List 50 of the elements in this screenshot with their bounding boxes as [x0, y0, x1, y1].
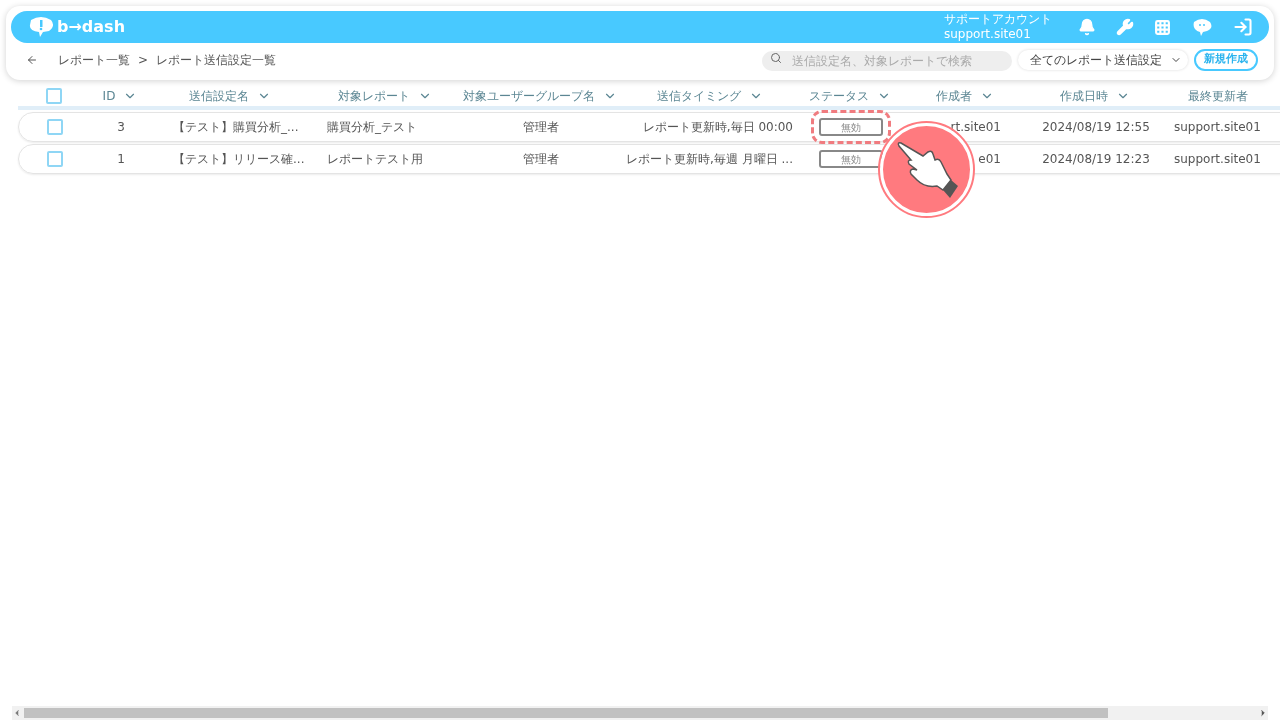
breadcrumb-current: レポート送信設定一覧	[156, 51, 277, 69]
table-cell-text: 2024/08/19 12:55	[1042, 119, 1150, 136]
account-id: support.site01	[944, 27, 1032, 42]
table-cell-text: 購買分析_テスト	[327, 119, 417, 136]
filter-dropdown[interactable]: 全てのレポート送信設定	[1018, 49, 1188, 70]
search-icon	[770, 51, 782, 64]
account-label: サポートアカウント	[944, 12, 1052, 27]
status-badge: 無効	[819, 150, 883, 168]
table-cell-text: レポート更新時,毎日 00:00	[642, 119, 793, 136]
logo-text: b→dash	[57, 16, 126, 38]
table-cell-text: 【テスト】購買分析_...	[173, 119, 299, 136]
checkbox[interactable]	[47, 119, 63, 135]
logo-icon	[27, 16, 55, 38]
breadcrumb-link[interactable]: レポート一覧	[58, 50, 130, 69]
scrollbar-thumb[interactable]	[24, 708, 1109, 718]
mascot-icon[interactable]	[1191, 17, 1213, 37]
table-cell-text: e01	[978, 151, 1001, 168]
table-cell-text: 1	[117, 151, 125, 168]
checkbox[interactable]	[46, 88, 62, 104]
column-header[interactable]: 送信タイミング	[657, 87, 741, 105]
search-field[interactable]: 送信設定名、対象レポートで検索	[762, 50, 1012, 71]
column-header[interactable]: 作成者	[936, 87, 972, 105]
table-cell-text: 管理者	[523, 119, 559, 136]
back-arrow-icon[interactable]	[26, 53, 38, 66]
table-cell-text: support.site01	[1174, 119, 1261, 136]
table-cell-text: レポートテスト用	[327, 151, 423, 168]
column-header[interactable]: ID	[102, 87, 116, 105]
table-cell-text: 3	[117, 119, 125, 136]
breadcrumb-separator: >	[138, 51, 149, 69]
column-header[interactable]: 対象ユーザーグループ名	[463, 87, 595, 105]
scroll-right-icon[interactable]	[1258, 708, 1268, 718]
scroll-left-icon[interactable]	[12, 708, 22, 718]
horizontal-scrollbar[interactable]	[12, 706, 1268, 720]
column-header[interactable]: 対象レポート	[338, 87, 410, 105]
column-header[interactable]: 送信設定名	[189, 87, 249, 105]
table-cell-text: 2024/08/19 12:23	[1042, 151, 1150, 168]
table-cell-text: 管理者	[523, 151, 559, 168]
table-cell-text: rt.site01	[950, 119, 1001, 136]
bell-icon[interactable]	[1078, 18, 1096, 36]
checkbox[interactable]	[47, 151, 63, 167]
table-cell-text: レポート更新時,毎週 月曜日 ...	[626, 151, 793, 168]
table-cell-text: support.site01	[1174, 151, 1261, 168]
create-button[interactable]: 新規作成	[1194, 48, 1258, 71]
apps-grid-icon[interactable]	[1154, 18, 1171, 36]
column-header[interactable]: ステータス	[809, 87, 869, 105]
column-header[interactable]: 最終更新者	[1187, 87, 1248, 105]
table-cell-text: 【テスト】リリース確...	[173, 151, 305, 168]
settings-icon[interactable]	[1116, 18, 1134, 36]
logout-icon[interactable]	[1233, 17, 1253, 37]
column-header[interactable]: 作成日時	[1060, 87, 1108, 105]
